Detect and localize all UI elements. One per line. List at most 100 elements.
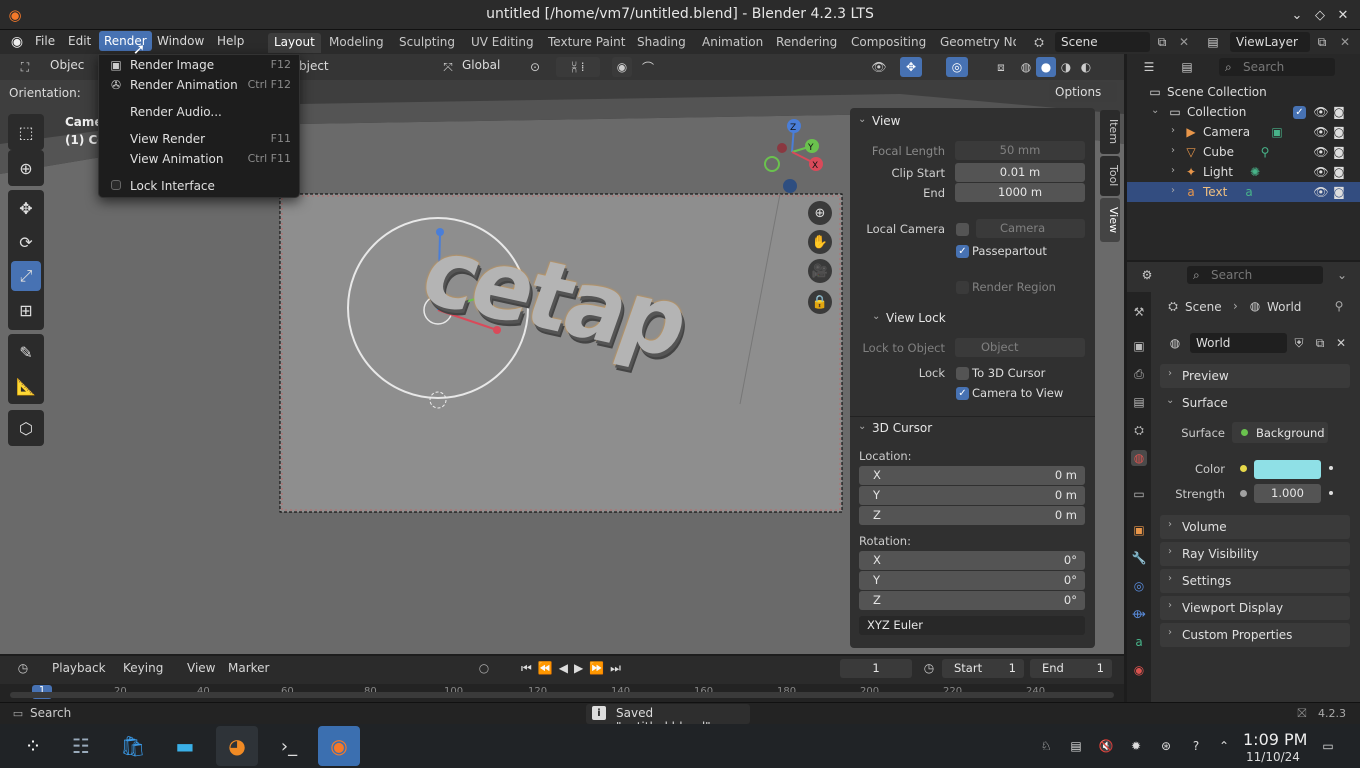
- view-layer-icon[interactable]: ▤: [1200, 33, 1226, 51]
- playback-menu[interactable]: Playback: [52, 661, 106, 675]
- view-section-header[interactable]: ⌄ View: [850, 111, 1095, 133]
- outliner-editor-icon[interactable]: ☰: [1135, 58, 1163, 76]
- camera-to-view-checkbox[interactable]: ✓: [956, 387, 969, 400]
- physics-tab-icon[interactable]: ◎: [1131, 578, 1147, 594]
- overlay-toggle-icon[interactable]: ◎: [946, 57, 968, 77]
- lock-object-field[interactable]: Object: [955, 338, 1085, 357]
- delete-view-layer-icon[interactable]: ✕: [1336, 33, 1354, 51]
- outliner-object-cube[interactable]: › ▽ Cube ⚲ 👁 ◙: [1127, 142, 1360, 162]
- render-animation-item[interactable]: ✇ Render Animation Ctrl F12: [99, 75, 299, 95]
- brightness-icon[interactable]: ✹: [1126, 736, 1146, 756]
- end-frame-field[interactable]: End 1: [1030, 659, 1112, 678]
- sidebar-tab-tool[interactable]: Tool: [1100, 156, 1120, 196]
- eye-icon[interactable]: 👁: [1313, 124, 1329, 140]
- menu-window[interactable]: Window: [157, 34, 204, 48]
- new-world-icon[interactable]: ⧉: [1311, 334, 1329, 352]
- outliner-object-light[interactable]: › ✦ Light ✺ 👁 ◙: [1127, 162, 1360, 182]
- settings-section[interactable]: › Settings: [1160, 569, 1350, 593]
- tray-expand-icon[interactable]: ⌃: [1214, 736, 1234, 756]
- menu-help[interactable]: Help: [217, 34, 244, 48]
- timeline-editor-icon[interactable]: ◷: [8, 659, 38, 677]
- location-y-field[interactable]: Y0 m: [859, 486, 1085, 505]
- render-audio-item[interactable]: Render Audio...: [99, 102, 299, 122]
- surface-shader-field[interactable]: Background: [1232, 422, 1328, 443]
- eye-icon[interactable]: 👁: [1313, 144, 1329, 160]
- view-menu[interactable]: View: [187, 661, 215, 675]
- timeline-scrollbar[interactable]: [10, 692, 1114, 698]
- view-lock-section-header[interactable]: ⌄ View Lock: [850, 308, 1095, 330]
- eye-icon[interactable]: 👁: [1313, 184, 1329, 200]
- location-z-field[interactable]: Z0 m: [859, 506, 1085, 525]
- view-layer-tab-icon[interactable]: ▤: [1131, 394, 1147, 410]
- tab-shading[interactable]: Shading: [631, 33, 692, 53]
- mode-selector[interactable]: Objec: [50, 58, 84, 72]
- zoom-icon[interactable]: ⊕: [808, 201, 832, 225]
- view-animation-item[interactable]: View Animation Ctrl F11: [99, 149, 299, 169]
- strength-field[interactable]: 1.000: [1254, 484, 1321, 503]
- menu-edit[interactable]: Edit: [68, 34, 91, 48]
- outliner-object-camera[interactable]: › ▶ Camera ▣ 👁 ◙: [1127, 122, 1360, 142]
- measure-tool-icon[interactable]: 📐: [11, 371, 41, 401]
- lock-view-icon[interactable]: 🔒: [808, 290, 832, 314]
- timeline-ruler[interactable]: 1 20 40 60 80 100 120 140 160 180 200 22…: [0, 684, 1124, 702]
- eye-icon[interactable]: 👁: [1313, 104, 1329, 120]
- world-browse-icon[interactable]: ◍: [1163, 334, 1187, 352]
- marker-menu[interactable]: Marker: [228, 661, 269, 675]
- transform-orientation-dropdown[interactable]: Global: [462, 58, 500, 72]
- tab-texture-paint[interactable]: Texture Paint: [542, 33, 631, 53]
- keyframe-dot-icon[interactable]: [1329, 491, 1333, 495]
- clock-time[interactable]: 1:09 PM: [1243, 730, 1307, 749]
- tab-compositing[interactable]: Compositing: [845, 33, 932, 53]
- tab-sculpting[interactable]: Sculpting: [393, 33, 461, 53]
- keyframe-dot-icon[interactable]: [1329, 466, 1333, 470]
- preview-range-clock-icon[interactable]: ◷: [920, 659, 938, 677]
- render-image-item[interactable]: ▣ Render Image F12: [99, 55, 299, 75]
- network-icon[interactable]: ⊛: [1156, 736, 1176, 756]
- rotation-y-field[interactable]: Y 0°: [859, 571, 1085, 590]
- data-tab-icon[interactable]: a: [1131, 634, 1147, 650]
- collection-include-checkbox[interactable]: ✓: [1293, 106, 1306, 119]
- camera-render-icon[interactable]: ◙: [1331, 104, 1347, 120]
- view-layer-field[interactable]: ViewLayer: [1230, 32, 1310, 52]
- minimize-icon[interactable]: ⌄: [1286, 4, 1308, 26]
- gizmo-toggle-icon[interactable]: ✥: [900, 57, 922, 77]
- help-icon[interactable]: ?: [1186, 736, 1206, 756]
- outliner-scene-collection[interactable]: ▭ Scene Collection: [1127, 82, 1360, 102]
- object-tab-icon[interactable]: ▣: [1131, 522, 1147, 538]
- modifier-tab-icon[interactable]: 🔧: [1131, 550, 1147, 566]
- blender-taskbar-icon[interactable]: ◉: [318, 726, 360, 766]
- lock-interface-checkbox[interactable]: [111, 180, 121, 190]
- scene-field[interactable]: Scene: [1055, 32, 1150, 52]
- rotation-mode-dropdown[interactable]: XYZ Euler: [859, 616, 1085, 635]
- lock-interface-item[interactable]: Lock Interface: [99, 176, 299, 196]
- focal-length-field[interactable]: 50 mm: [955, 141, 1085, 160]
- local-camera-checkbox[interactable]: [956, 223, 969, 236]
- outliner-collection[interactable]: ⌄ ▭ Collection ✓ 👁 ◙: [1127, 102, 1360, 122]
- notification-icon[interactable]: ♘: [1036, 736, 1056, 756]
- render-region-checkbox[interactable]: [956, 281, 969, 294]
- custom-properties-section[interactable]: › Custom Properties: [1160, 623, 1350, 647]
- rotation-z-field[interactable]: Z 0°: [859, 591, 1085, 610]
- clock-date[interactable]: 11/10/24: [1246, 750, 1300, 764]
- show-desktop-icon[interactable]: ▭: [1318, 736, 1338, 756]
- display-mode-icon[interactable]: ▤: [1173, 58, 1201, 76]
- navigation-gizmo[interactable]: Z Y X: [758, 118, 828, 198]
- clipboard-icon[interactable]: ▤: [1066, 736, 1086, 756]
- camera-render-icon[interactable]: ◙: [1331, 144, 1347, 160]
- sidebar-tab-view[interactable]: View: [1100, 198, 1120, 242]
- volume-muted-icon[interactable]: 🔇: [1096, 736, 1116, 756]
- material-shading-icon[interactable]: ◑: [1056, 57, 1076, 77]
- menu-file[interactable]: File: [35, 34, 55, 48]
- tab-modeling[interactable]: Modeling: [323, 33, 390, 53]
- clip-end-field[interactable]: 1000 m: [955, 183, 1085, 202]
- outliner-object-text[interactable]: › a Text a 👁 ◙: [1127, 182, 1360, 202]
- camera-render-icon[interactable]: ◙: [1331, 124, 1347, 140]
- proportional-edit-icon[interactable]: ◉: [612, 57, 632, 77]
- scale-tool-icon[interactable]: ⤢: [11, 261, 41, 291]
- object-menu[interactable]: bject: [299, 59, 329, 73]
- snap-icon[interactable]: ⩈ ⁞: [556, 57, 600, 77]
- to-3d-cursor-checkbox[interactable]: [956, 367, 969, 380]
- fake-user-icon[interactable]: ⛨: [1290, 334, 1308, 352]
- surface-section-header[interactable]: ⌄ Surface: [1160, 391, 1350, 415]
- terminal-icon[interactable]: ›_: [268, 726, 310, 766]
